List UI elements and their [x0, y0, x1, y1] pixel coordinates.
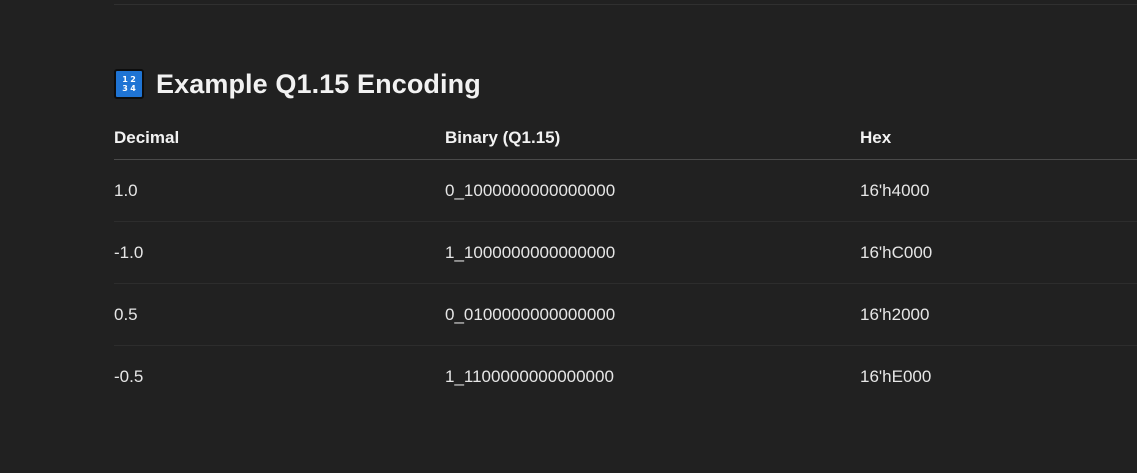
column-header-hex: Hex — [860, 117, 1137, 160]
icon-glyph: 2 — [130, 75, 136, 84]
input-numbers-icon: 1 2 3 4 — [114, 69, 144, 99]
table-row: 1.0 0_1000000000000000 16'h4000 — [114, 159, 1137, 222]
table-row: 0.5 0_0100000000000000 16'h2000 — [114, 283, 1137, 346]
decimal-cell: -1.0 — [114, 221, 445, 284]
hex-cell: 16'h2000 — [860, 283, 1137, 346]
icon-glyph: 1 — [122, 75, 128, 84]
icon-glyph: 4 — [130, 84, 136, 93]
top-divider — [114, 4, 1137, 5]
decimal-cell: 1.0 — [114, 159, 445, 222]
column-header-binary: Binary (Q1.15) — [445, 117, 860, 160]
table-header-row: Decimal Binary (Q1.15) Hex — [114, 117, 1137, 160]
binary-cell: 0_1000000000000000 — [445, 159, 860, 222]
hex-cell: 16'hE000 — [860, 366, 932, 386]
icon-glyph: 3 — [122, 84, 128, 93]
decimal-cell: -0.5 — [114, 366, 144, 386]
hex-cell: 16'hC000 — [860, 221, 1137, 284]
decimal-cell: 0.5 — [114, 283, 445, 346]
binary-cell: 0_0100000000000000 — [445, 283, 860, 346]
table-row: -0.5 1_1100000000000000 16'hE000 — [114, 346, 1137, 408]
section-heading: 1 2 3 4 Example Q1.15 Encoding — [114, 64, 481, 104]
column-header-decimal: Decimal — [114, 117, 445, 160]
table-row: -1.0 1_1000000000000000 16'hC000 — [114, 221, 1137, 284]
section-title: Example Q1.15 Encoding — [156, 68, 481, 99]
encoding-table: Decimal Binary (Q1.15) Hex 1.0 0_1000000… — [114, 117, 1137, 407]
binary-cell: 1_1000000000000000 — [445, 221, 860, 284]
binary-cell: 1_1100000000000000 — [445, 366, 614, 386]
hex-cell: 16'h4000 — [860, 159, 1137, 222]
